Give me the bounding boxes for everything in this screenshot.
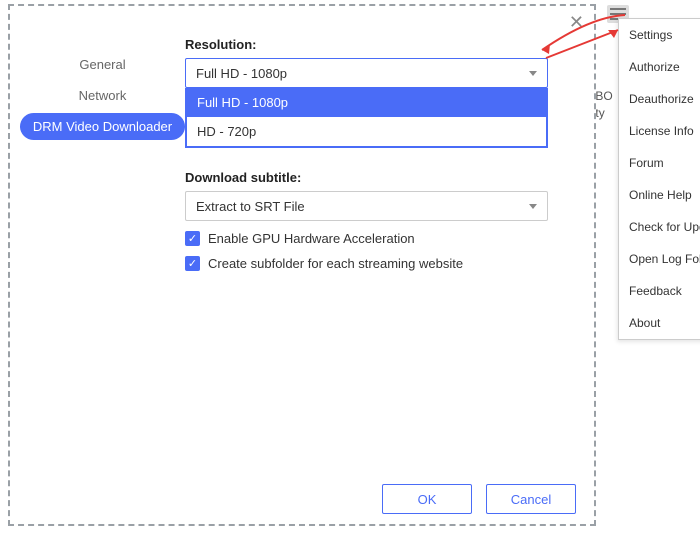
sidebar-item-drm[interactable]: DRM Video Downloader [20, 113, 185, 140]
gpu-checkbox-label: Enable GPU Hardware Acceleration [208, 231, 415, 246]
subtitle-select[interactable]: Extract to SRT File [185, 191, 548, 221]
subtitle-selected-value: Extract to SRT File [196, 199, 305, 214]
resolution-label: Resolution: [185, 37, 565, 52]
checkbox-checked-icon: ✓ [185, 256, 200, 271]
resolution-dropdown: Full HD - 1080p HD - 720p [185, 88, 548, 148]
gpu-checkbox-row[interactable]: ✓ Enable GPU Hardware Acceleration [185, 231, 565, 246]
dialog-footer: OK Cancel [382, 484, 576, 514]
subfolder-checkbox-label: Create subfolder for each streaming webs… [208, 256, 463, 271]
resolution-selected-value: Full HD - 1080p [196, 66, 287, 81]
settings-content: Resolution: Full HD - 1080p Full HD - 10… [185, 31, 565, 271]
chevron-down-icon [529, 71, 537, 76]
menu-item-deauthorize[interactable]: Deauthorize [619, 83, 700, 115]
chevron-down-icon [529, 204, 537, 209]
resolution-option-1080p[interactable]: Full HD - 1080p [187, 88, 546, 117]
settings-sidebar: General Network DRM Video Downloader [20, 51, 185, 144]
menu-item-about[interactable]: About [619, 307, 700, 339]
menu-item-feedback[interactable]: Feedback [619, 275, 700, 307]
resolution-select[interactable]: Full HD - 1080p [185, 58, 548, 88]
close-button[interactable]: ✕ [569, 12, 584, 33]
ok-button[interactable]: OK [382, 484, 472, 514]
subfolder-checkbox-row[interactable]: ✓ Create subfolder for each streaming we… [185, 256, 565, 271]
cancel-button[interactable]: Cancel [486, 484, 576, 514]
menu-item-authorize[interactable]: Authorize [619, 51, 700, 83]
settings-dialog: ✕ General Network DRM Video Downloader R… [8, 4, 596, 526]
resolution-option-720p[interactable]: HD - 720p [187, 117, 546, 146]
menu-item-online-help[interactable]: Online Help [619, 179, 700, 211]
subtitle-label: Download subtitle: [185, 170, 565, 185]
sidebar-item-network[interactable]: Network [20, 82, 185, 109]
menu-item-license-info[interactable]: License Info [619, 115, 700, 147]
app-menu: Settings Authorize Deauthorize License I… [618, 18, 700, 340]
menu-item-settings[interactable]: Settings [619, 19, 700, 51]
menu-item-open-log[interactable]: Open Log Folder [619, 243, 700, 275]
menu-item-forum[interactable]: Forum [619, 147, 700, 179]
sidebar-item-general[interactable]: General [20, 51, 185, 78]
menu-item-check-updates[interactable]: Check for Updates [619, 211, 700, 243]
checkbox-checked-icon: ✓ [185, 231, 200, 246]
